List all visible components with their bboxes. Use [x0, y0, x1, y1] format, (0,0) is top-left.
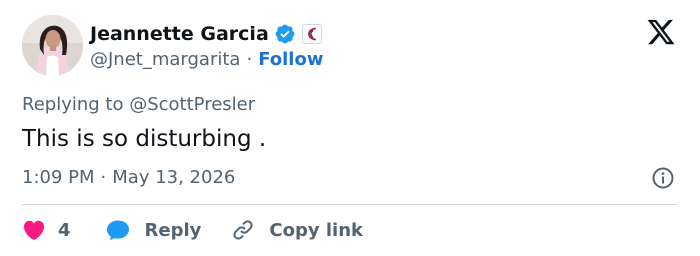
- action-bar: 4 Reply Copy link: [22, 216, 363, 244]
- author-name[interactable]: Jeannette Garcia: [90, 22, 269, 46]
- like-count: 4: [58, 219, 71, 241]
- avatar[interactable]: [22, 15, 83, 76]
- reply-button[interactable]: Reply: [105, 218, 202, 242]
- verified-badge-icon: [275, 24, 295, 44]
- author-handle[interactable]: @Jnet_margarita: [90, 48, 240, 72]
- follow-button[interactable]: Follow: [258, 48, 323, 72]
- tweet-timestamp[interactable]: 1:09 PM · May 13, 2026: [22, 166, 235, 190]
- avatar-photo: [22, 15, 83, 76]
- replying-to-handle[interactable]: @ScottPresler: [129, 94, 255, 115]
- affiliate-badge-icon[interactable]: [301, 24, 322, 44]
- tweet-embed-card: Jeannette Garcia @Jnet_margarita · Follo…: [0, 0, 700, 256]
- reply-bubble-icon: [106, 220, 129, 241]
- heart-icon: [23, 220, 45, 240]
- replying-to-line: Replying to @ScottPresler: [22, 93, 255, 117]
- info-icon[interactable]: [651, 166, 675, 190]
- replying-prefix: Replying to: [22, 94, 124, 115]
- copy-link-label: Copy link: [269, 219, 363, 241]
- x-logo-icon[interactable]: [645, 17, 677, 47]
- separator-dot: ·: [246, 49, 253, 70]
- copy-link-button[interactable]: Copy link: [231, 218, 363, 242]
- tweet-time: 1:09 PM: [22, 167, 95, 188]
- like-button[interactable]: 4: [22, 218, 71, 242]
- author-handle-row: @Jnet_margarita · Follow: [90, 48, 323, 72]
- meta-separator: ·: [100, 167, 107, 188]
- reply-label: Reply: [144, 219, 202, 241]
- divider: [22, 204, 678, 205]
- tweet-date: May 13, 2026: [112, 167, 236, 188]
- link-icon: [233, 220, 254, 240]
- author-name-row: Jeannette Garcia: [90, 22, 322, 46]
- tweet-text: This is so disturbing .: [22, 126, 267, 152]
- affiliate-logo-icon: [307, 27, 316, 41]
